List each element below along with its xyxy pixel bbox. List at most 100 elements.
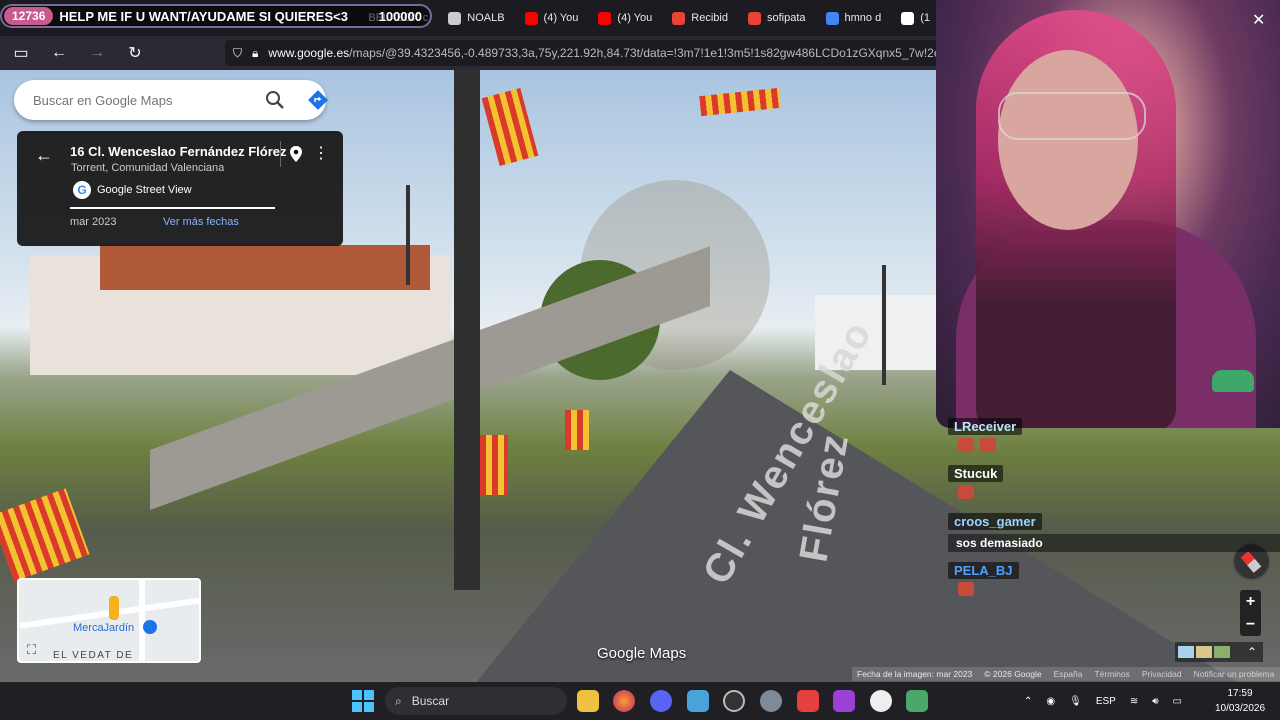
x-icon <box>901 11 915 25</box>
reload-button[interactable]: ↻ <box>124 42 146 64</box>
search-icon[interactable] <box>265 90 285 110</box>
emote-icon <box>958 582 974 596</box>
search-icon: ⌕ <box>395 693 402 708</box>
search-input[interactable] <box>33 92 233 108</box>
calculator-icon[interactable] <box>906 690 928 712</box>
app-icon[interactable] <box>870 690 892 712</box>
streaming-app-icon[interactable] <box>797 690 819 712</box>
zoom-out-button[interactable]: − <box>1240 613 1261 636</box>
house-roof <box>100 245 430 290</box>
circle-icon <box>448 11 462 25</box>
chat-emotes <box>948 582 1280 596</box>
google-icon: G <box>73 181 91 199</box>
close-icon[interactable]: ✕ <box>1252 10 1265 30</box>
goal-text: HELP ME IF U WANT/AYUDAME SI QUIERES<3 <box>59 8 348 24</box>
chat-message: PELA_BJ <box>948 562 1280 596</box>
directions-icon[interactable] <box>308 90 328 110</box>
map-pin-icon[interactable] <box>289 145 303 163</box>
browser-nav-bar: ▭ ← → ↻ ⛉ 🔒︎ www.google.es/maps/@39.4323… <box>0 36 940 70</box>
obs-icon[interactable] <box>723 690 745 712</box>
browser-tab[interactable]: NOALB <box>438 0 514 36</box>
chat-username: croos_gamer <box>948 513 1042 530</box>
privacy-link[interactable]: Privacidad <box>1142 669 1182 679</box>
tab-label: Recibid <box>691 12 728 24</box>
gmail-icon <box>747 11 761 25</box>
url-path: /maps/@39.4323456,-0.489733,3a,75y,221.9… <box>349 46 940 60</box>
volume-icon[interactable]: 🔊︎ <box>1152 696 1158 707</box>
report-link[interactable]: Notificar un problema <box>1194 669 1275 679</box>
emote-icon <box>980 438 996 452</box>
browser-tab[interactable]: (4) You <box>515 0 589 36</box>
valencian-flag <box>699 87 781 117</box>
shop-icon <box>143 620 157 634</box>
browser-tab[interactable]: sofipata <box>738 0 816 36</box>
photos-icon[interactable] <box>687 690 709 712</box>
file-explorer-icon[interactable] <box>577 690 599 712</box>
browser-tab[interactable]: hmno d <box>816 0 892 36</box>
taskbar-search[interactable]: ⌕ Buscar <box>385 687 567 715</box>
clock-time: 17:59 <box>1227 688 1253 699</box>
youtube-icon <box>524 11 538 25</box>
address-title: 16 Cl. Wenceslao Fernández Flórez <box>70 144 287 159</box>
layer-thumbnail[interactable] <box>1196 646 1212 658</box>
back-arrow-icon[interactable]: ← <box>35 145 53 166</box>
chat-message: Stucuk <box>948 465 1280 499</box>
street-lamp <box>882 265 886 385</box>
more-dates-link[interactable]: Ver más fechas <box>163 216 239 228</box>
valencian-flag <box>565 410 589 450</box>
url-field[interactable]: ⛉ 🔒︎ www.google.es/maps/@39.4323456,-0.4… <box>225 40 940 66</box>
chat-username: LReceiver <box>948 418 1023 435</box>
tab-label: hmno d <box>844 12 882 24</box>
settings-gear-icon[interactable] <box>760 690 782 712</box>
expand-up-icon[interactable]: ⌃ <box>1247 645 1257 659</box>
lock-icon[interactable]: 🔒︎ <box>252 46 258 61</box>
browser-tab[interactable]: (1 <box>891 0 940 36</box>
minimap[interactable]: MercaJardín EL VEDAT DE ⛶ <box>17 578 201 663</box>
battery-icon[interactable]: ▭ <box>1173 696 1182 707</box>
sidebar-toggle-icon[interactable]: ▭ <box>10 42 32 64</box>
country-link[interactable]: España <box>1054 669 1083 679</box>
chevron-up-icon[interactable]: ⌃ <box>1024 696 1032 707</box>
chat-emotes <box>948 438 1280 452</box>
tab-label: (4) You <box>617 12 653 24</box>
expand-icon[interactable]: ⛶ <box>27 642 36 658</box>
emote-icon <box>958 485 974 499</box>
tab-label: NOALB <box>467 12 505 24</box>
more-options-icon[interactable]: ⋮ <box>313 143 329 163</box>
clock-date: 10/03/2026 <box>1214 703 1266 714</box>
timeline-bar[interactable] <box>70 207 275 209</box>
layer-thumbnail[interactable] <box>1214 646 1230 658</box>
wifi-icon[interactable]: ≋ <box>1130 696 1138 707</box>
back-button[interactable]: ← <box>48 42 70 64</box>
layers-strip[interactable]: ⌃ <box>1175 642 1263 662</box>
location-card: ← 16 Cl. Wenceslao Fernández Flórez Torr… <box>17 131 343 246</box>
minimap-area-label: EL VEDAT DE <box>53 650 134 661</box>
firefox-icon[interactable] <box>613 690 635 712</box>
emote-icon <box>958 438 974 452</box>
chat-username: PELA_BJ <box>948 562 1019 579</box>
forward-button[interactable]: → <box>86 42 108 64</box>
valencian-flag <box>0 488 90 582</box>
discord-tray-icon[interactable]: ◉ <box>1046 696 1055 707</box>
discord-icon[interactable] <box>650 690 672 712</box>
app-icon[interactable] <box>833 690 855 712</box>
stream-goal-overlay: 12736 HELP ME IF U WANT/AYUDAME SI QUIER… <box>0 4 432 28</box>
valencian-flag <box>480 435 508 495</box>
browser-tab[interactable]: (4) You <box>588 0 662 36</box>
street-view-source: G Google Street View <box>73 181 192 199</box>
minimap-place-label: MercaJardín <box>73 622 135 634</box>
webcam-glasses <box>998 92 1146 140</box>
pegman-icon[interactable] <box>109 596 119 620</box>
shield-icon[interactable]: ⛉ <box>233 46 242 61</box>
microphone-icon[interactable]: 🎙︎ <box>1069 696 1082 707</box>
goal-badge: 12736 <box>4 7 54 25</box>
language-indicator[interactable]: ESP <box>1096 696 1116 707</box>
terms-link[interactable]: Términos <box>1094 669 1129 679</box>
clock[interactable]: 17:59 10/03/2026 <box>1210 686 1270 716</box>
tab-label: (1 <box>920 12 930 24</box>
windows-start-icon[interactable] <box>352 690 374 712</box>
browser-tab[interactable]: Recibid <box>662 0 738 36</box>
divider <box>280 141 281 167</box>
layer-thumbnail[interactable] <box>1178 646 1194 658</box>
maps-search-box[interactable] <box>14 80 328 120</box>
